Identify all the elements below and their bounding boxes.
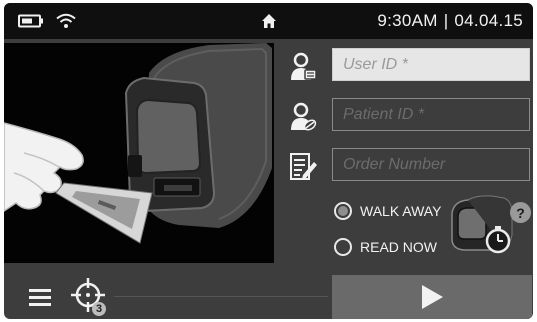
play-icon: [422, 285, 443, 309]
test-card-insertion-illustration: [4, 43, 274, 263]
order-number-placeholder: Order Number: [343, 155, 446, 173]
menu-button[interactable]: [24, 281, 56, 313]
target-button[interactable]: 3: [68, 273, 108, 317]
walk-away-radio[interactable]: [334, 202, 352, 220]
user-id-input[interactable]: User ID *: [332, 48, 530, 81]
order-document-icon: [285, 149, 321, 185]
home-icon[interactable]: [261, 3, 277, 39]
battery-icon: [18, 3, 44, 39]
hamburger-menu-icon: [29, 289, 51, 306]
help-button[interactable]: ?: [510, 202, 531, 223]
time-date-separator: |: [443, 11, 449, 30]
patient-id-input[interactable]: Patient ID *: [332, 98, 530, 131]
read-now-radio[interactable]: [334, 238, 352, 256]
date-time-display: 9:30AM | 04.04.15: [377, 3, 523, 39]
patient-icon: [285, 99, 321, 135]
read-now-label: READ NOW: [360, 239, 437, 255]
device-timer-icon: [446, 193, 518, 259]
wifi-icon: [56, 3, 76, 39]
help-label: ?: [516, 204, 525, 221]
start-button[interactable]: [332, 275, 532, 319]
patient-id-placeholder: Patient ID *: [343, 105, 424, 123]
current-date: 04.04.15: [454, 11, 523, 30]
walk-away-label: WALK AWAY: [360, 203, 442, 219]
walk-away-option[interactable]: WALK AWAY: [334, 200, 441, 222]
bottom-divider: [114, 296, 328, 297]
read-now-option[interactable]: READ NOW: [334, 236, 437, 258]
status-bar: 9:30AM | 04.04.15: [4, 3, 533, 39]
clock-time: 9:30AM: [377, 11, 438, 30]
device-screen: 9:30AM | 04.04.15 User ID * Patient ID *…: [4, 3, 533, 319]
order-number-input[interactable]: Order Number: [332, 148, 530, 181]
user-id-placeholder: User ID *: [343, 55, 408, 73]
target-count-badge: 3: [92, 302, 106, 316]
user-icon: [285, 49, 321, 85]
